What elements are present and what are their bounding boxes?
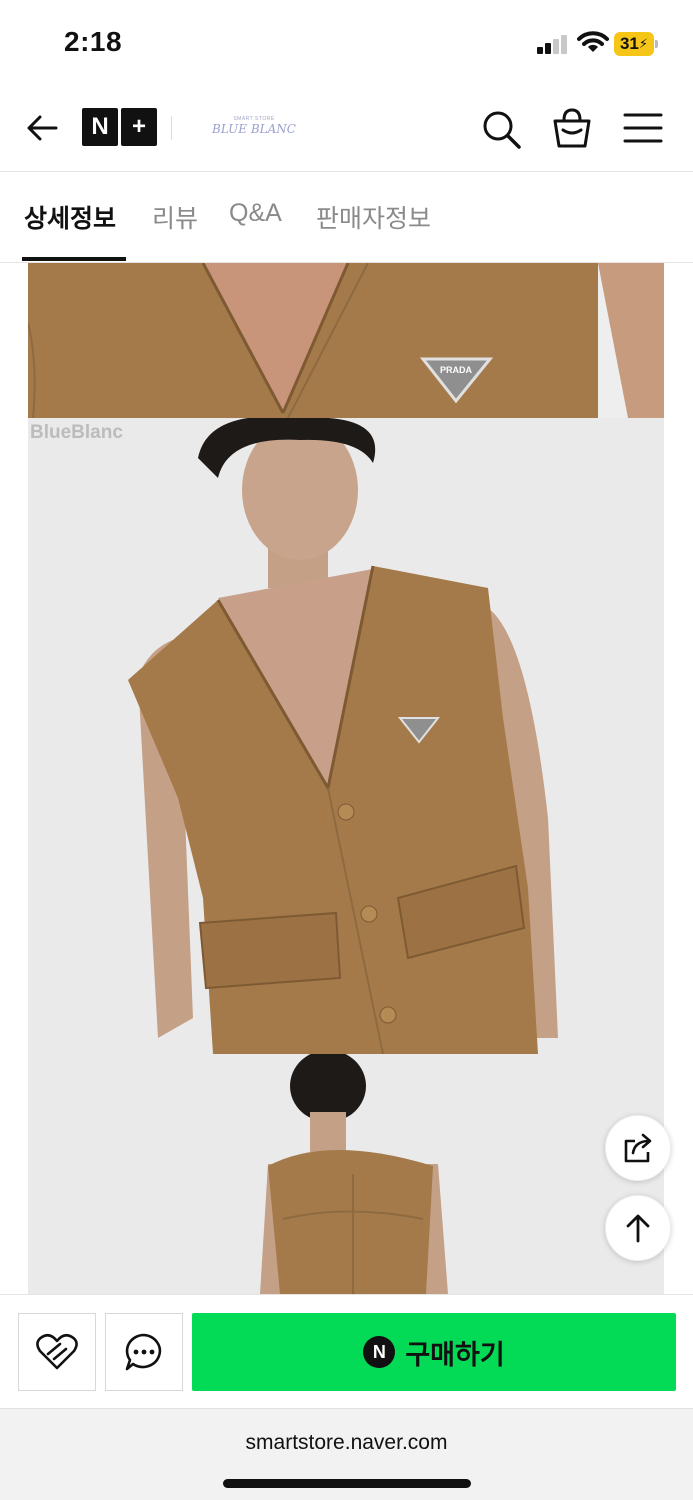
share-icon — [624, 1133, 652, 1163]
wishlist-button[interactable] — [18, 1313, 96, 1391]
product-detail-content: PRADA BlueBlanc — [0, 263, 693, 1294]
chat-button[interactable] — [105, 1313, 183, 1391]
nplus-n: N — [82, 108, 118, 146]
tab-qna[interactable]: Q&A — [229, 199, 282, 228]
browser-url-bar[interactable]: smartstore.naver.com — [0, 1408, 693, 1500]
search-icon[interactable] — [480, 108, 522, 150]
tab-reviews[interactable]: 리뷰 — [152, 199, 198, 235]
wifi-icon — [577, 31, 609, 52]
shopping-basket-icon[interactable] — [551, 106, 593, 150]
store-logo[interactable]: SMART STORE BLUE BLANC — [212, 114, 296, 144]
share-button[interactable] — [605, 1115, 671, 1181]
nplus-plus: + — [121, 108, 157, 146]
tab-detail-info[interactable]: 상세정보 — [24, 199, 116, 235]
naver-plus-logo[interactable]: N + — [82, 108, 157, 146]
status-bar: 2:18 31 ⚡ — [0, 0, 693, 88]
product-image-back — [28, 1054, 664, 1294]
product-image-closeup: PRADA — [28, 263, 664, 418]
arrow-up-icon — [626, 1214, 650, 1243]
chat-bubble-icon — [125, 1333, 162, 1371]
tab-seller-info[interactable]: 판매자정보 — [316, 199, 431, 235]
product-image-front: BlueBlanc BlueBlanc — [28, 418, 664, 1054]
naver-pay-n-icon: N — [363, 1336, 396, 1368]
buy-button[interactable]: N 구매하기 — [192, 1313, 676, 1391]
detail-tabs: 상세정보 리뷰 Q&A 판매자정보 — [0, 173, 693, 263]
hamburger-menu-icon[interactable] — [622, 110, 664, 146]
header-divider — [171, 116, 172, 140]
app-header: N + SMART STORE BLUE BLANC — [0, 88, 693, 172]
back-arrow-icon[interactable] — [22, 108, 62, 148]
plaque-text-1: PRADA — [440, 365, 473, 375]
heart-icon — [36, 1333, 78, 1370]
store-logo-name: BLUE BLANC — [212, 122, 296, 136]
scroll-top-button[interactable] — [605, 1195, 671, 1261]
cellular-signal-icon — [537, 34, 569, 54]
battery-icon: 31 ⚡ — [614, 32, 658, 56]
active-tab-indicator — [22, 257, 126, 261]
purchase-action-bar: N 구매하기 — [0, 1294, 693, 1408]
battery-level: 31 — [619, 34, 639, 53]
home-indicator[interactable] — [223, 1479, 471, 1488]
buy-button-label: 구매하기 — [405, 1339, 505, 1370]
url-text: smartstore.naver.com — [245, 1431, 448, 1454]
status-time: 2:18 — [64, 26, 123, 57]
watermark-top: BlueBlanc — [30, 422, 123, 443]
